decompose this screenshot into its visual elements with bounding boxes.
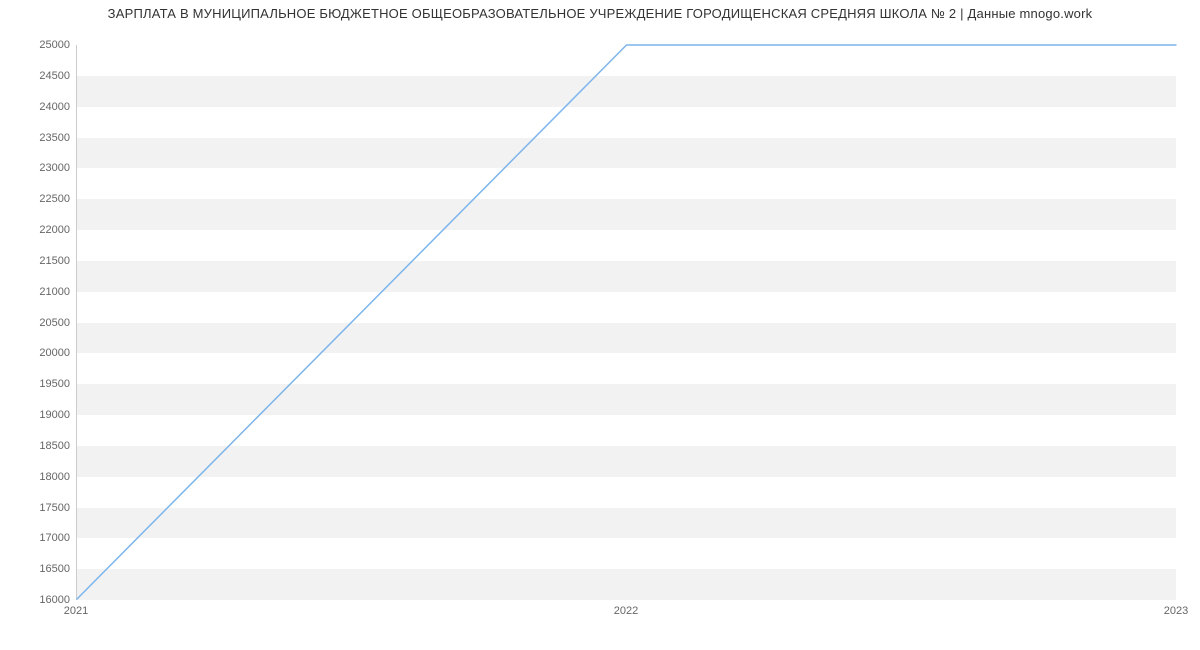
y-tick-label: 25000 bbox=[10, 39, 70, 51]
y-tick-label: 21500 bbox=[10, 255, 70, 267]
y-tick-label: 21000 bbox=[10, 286, 70, 298]
y-tick-label: 19500 bbox=[10, 378, 70, 390]
x-tick-label: 2023 bbox=[1164, 605, 1188, 617]
y-tick-label: 20500 bbox=[10, 317, 70, 329]
y-tick-label: 16000 bbox=[10, 594, 70, 606]
y-tick-label: 17000 bbox=[10, 532, 70, 544]
x-tick-label: 2022 bbox=[614, 605, 638, 617]
plot-area bbox=[76, 45, 1176, 600]
x-tick-label: 2021 bbox=[64, 605, 88, 617]
y-tick-label: 20000 bbox=[10, 347, 70, 359]
chart-title: ЗАРПЛАТА В МУНИЦИПАЛЬНОЕ БЮДЖЕТНОЕ ОБЩЕО… bbox=[0, 6, 1200, 21]
y-tick-label: 24000 bbox=[10, 101, 70, 113]
y-tick-label: 24500 bbox=[10, 70, 70, 82]
salary-line-chart: ЗАРПЛАТА В МУНИЦИПАЛЬНОЕ БЮДЖЕТНОЕ ОБЩЕО… bbox=[0, 0, 1200, 650]
y-tick-label: 18500 bbox=[10, 440, 70, 452]
data-line bbox=[77, 45, 1176, 599]
y-tick-label: 19000 bbox=[10, 409, 70, 421]
y-tick-label: 17500 bbox=[10, 502, 70, 514]
y-tick-label: 22000 bbox=[10, 224, 70, 236]
y-tick-label: 18000 bbox=[10, 471, 70, 483]
y-tick-label: 22500 bbox=[10, 193, 70, 205]
y-tick-label: 16500 bbox=[10, 563, 70, 575]
y-tick-label: 23500 bbox=[10, 132, 70, 144]
y-tick-label: 23000 bbox=[10, 162, 70, 174]
